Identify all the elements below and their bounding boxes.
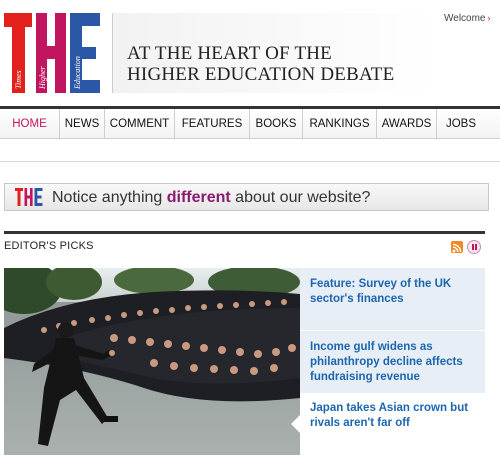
nav-news[interactable]: NEWS (60, 109, 105, 139)
chevron-right-icon: › (487, 13, 491, 23)
nav-books[interactable]: BOOKS (250, 109, 303, 139)
story-link[interactable]: Feature: Survey of the UK sector's finan… (310, 278, 451, 305)
section-title: EDITOR'S PICKS (4, 240, 94, 252)
active-pointer (291, 414, 301, 434)
tagline-line-2: HIGHER EDUCATION DEBATE (127, 64, 395, 85)
nav-rankings[interactable]: RANKINGS (303, 109, 377, 139)
tagline-line-1: AT THE HEART OF THE (127, 43, 332, 64)
welcome-label: Welcome (444, 13, 486, 24)
feature-photo[interactable] (4, 268, 300, 455)
svg-text:Higher: Higher (38, 65, 47, 90)
welcome-menu[interactable]: Welcome › (444, 13, 491, 24)
notice-text: Notice anything different about our webs… (52, 189, 370, 207)
rss-icon[interactable] (451, 241, 463, 253)
the-small-logo (15, 188, 43, 206)
story-item-3-active[interactable]: Japan takes Asian crown but rivals aren'… (291, 394, 485, 455)
svg-text:Times: Times (14, 70, 23, 89)
story-list: Feature: Survey of the UK sector's finan… (291, 268, 485, 455)
main-nav: HOME NEWS COMMENT FEATURES BOOKS RANKING… (0, 106, 500, 139)
notice-highlight: different (166, 189, 231, 206)
site-logo[interactable]: Times Higher Education (4, 13, 100, 93)
the-logo-mark: Times Higher Education (4, 13, 100, 93)
site-tagline: AT THE HEART OF THE HIGHER EDUCATION DEB… (127, 43, 394, 85)
section-rule (4, 231, 485, 234)
nav-features[interactable]: FEATURES (175, 109, 250, 139)
svg-text:Education: Education (73, 56, 82, 90)
nav-jobs[interactable]: JOBS (437, 109, 485, 139)
nav-home[interactable]: HOME (0, 109, 60, 139)
nav-awards[interactable]: AWARDS (377, 109, 437, 139)
story-item-1[interactable]: Feature: Survey of the UK sector's finan… (300, 268, 485, 330)
notice-text-start: Notice anything (52, 189, 167, 206)
notice-text-end: about our website? (230, 189, 371, 206)
nav-comment[interactable]: COMMENT (105, 109, 175, 139)
story-link[interactable]: Japan takes Asian crown but rivals aren'… (310, 402, 468, 429)
story-link[interactable]: Income gulf widens as philanthropy decli… (310, 341, 463, 383)
story-item-2[interactable]: Income gulf widens as philanthropy decli… (300, 331, 485, 393)
feature-photo-image (4, 268, 300, 455)
divider (0, 161, 500, 162)
notice-banner[interactable]: Notice anything different about our webs… (4, 183, 489, 211)
pause-icon[interactable] (467, 240, 481, 254)
